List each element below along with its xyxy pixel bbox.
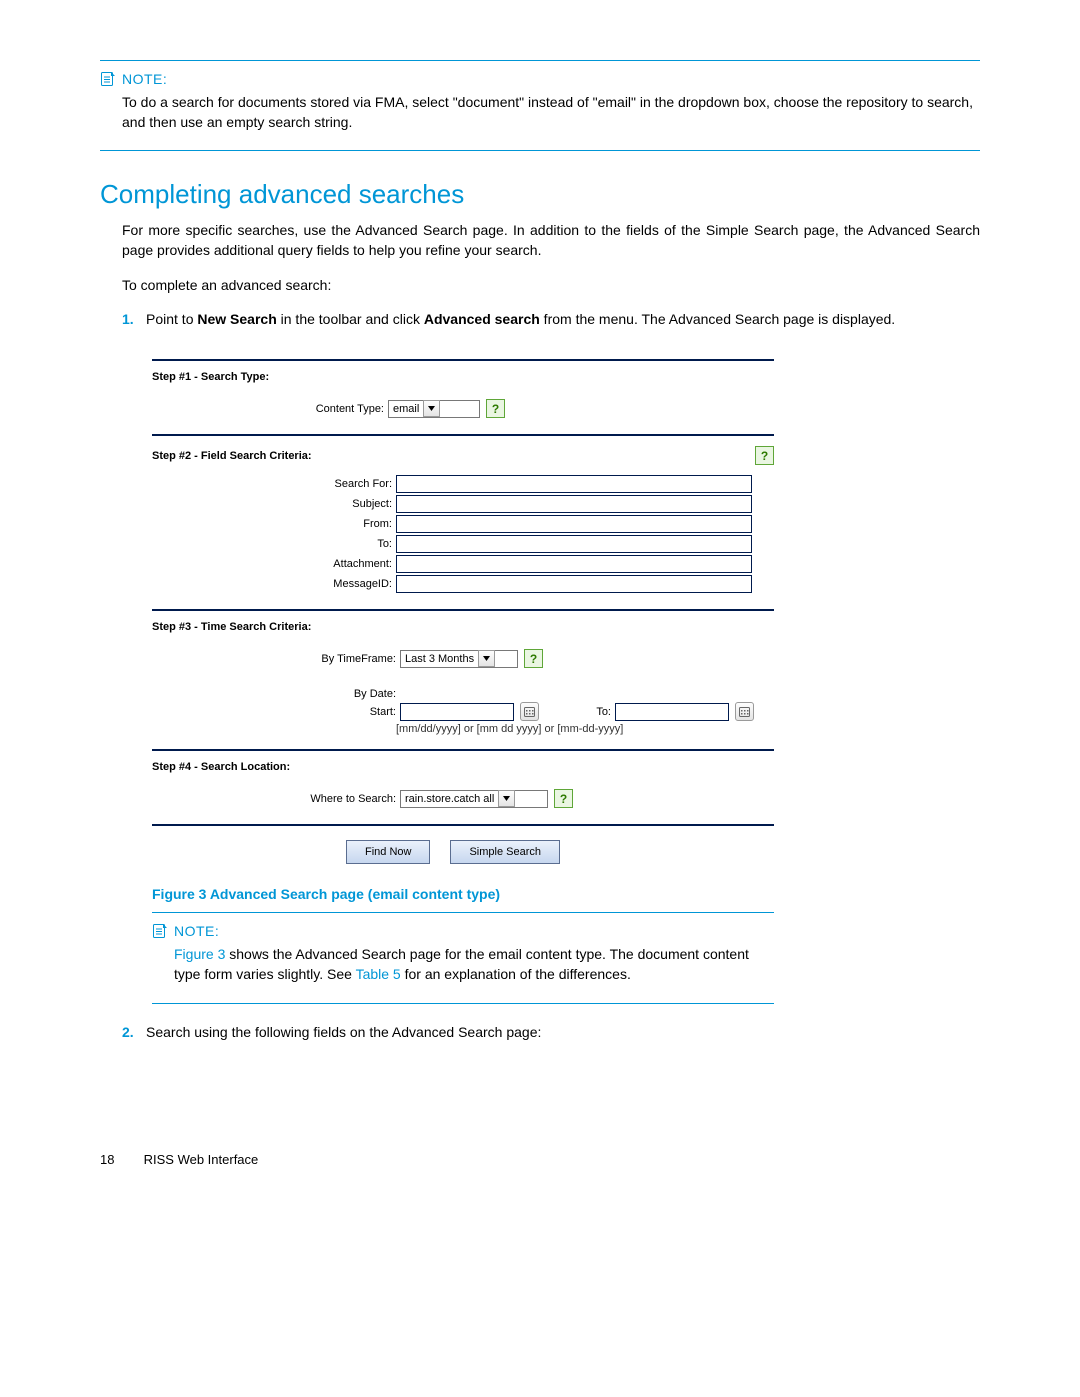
messageid-input[interactable] [396, 575, 752, 593]
table-5-link[interactable]: Table 5 [356, 966, 401, 982]
step4-title: Step #4 - Search Location: [152, 751, 774, 783]
chevron-down-icon [423, 400, 440, 417]
intro-paragraph: For more specific searches, use the Adva… [122, 220, 980, 261]
where-search-label: Where to Search: [152, 793, 400, 805]
section-heading: Completing advanced searches [100, 179, 980, 210]
step-1: 1. Point to New Search in the toolbar an… [122, 309, 980, 329]
figure-3-link[interactable]: Figure 3 [174, 946, 225, 962]
note-body: Figure 3 shows the Advanced Search page … [152, 945, 774, 984]
note-block: NOTE: Figure 3 shows the Advanced Search… [152, 912, 774, 1003]
messageid-label: MessageID: [152, 578, 396, 590]
calendar-icon[interactable] [735, 702, 754, 721]
start-date-input[interactable] [400, 703, 514, 721]
figure-caption: Figure 3 Advanced Search page (email con… [152, 886, 980, 902]
step1-title: Step #1 - Search Type: [152, 361, 774, 393]
from-label: From: [152, 518, 396, 530]
page-number: 18 [100, 1152, 140, 1167]
to-date-label: To: [539, 706, 615, 718]
help-icon[interactable]: ? [755, 446, 774, 465]
simple-search-button[interactable]: Simple Search [450, 840, 560, 864]
footer-title: RISS Web Interface [144, 1152, 259, 1167]
content-type-select[interactable]: email [388, 400, 480, 418]
note-label: NOTE: [122, 71, 167, 87]
note-block: NOTE: To do a search for documents store… [100, 60, 980, 151]
help-icon[interactable]: ? [554, 789, 573, 808]
subject-label: Subject: [152, 498, 396, 510]
note-body: To do a search for documents stored via … [100, 93, 980, 132]
timeframe-select[interactable]: Last 3 Months [400, 650, 518, 668]
help-icon[interactable]: ? [524, 649, 543, 668]
note-label: NOTE: [174, 923, 219, 939]
step-marker: 2. [122, 1022, 134, 1042]
chevron-down-icon [498, 790, 515, 807]
note-icon [152, 923, 168, 939]
subject-input[interactable] [396, 495, 752, 513]
step3-title: Step #3 - Time Search Criteria: [152, 611, 774, 643]
attachment-label: Attachment: [152, 558, 396, 570]
lead-in: To complete an advanced search: [122, 275, 980, 295]
figure-advanced-search: Step #1 - Search Type: Content Type: ema… [100, 359, 980, 1003]
where-search-select[interactable]: rain.store.catch all [400, 790, 548, 808]
start-label: Start: [152, 706, 400, 718]
from-input[interactable] [396, 515, 752, 533]
to-date-input[interactable] [615, 703, 729, 721]
search-for-input[interactable] [396, 475, 752, 493]
step2-title: Step #2 - Field Search Criteria: [152, 440, 755, 472]
to-input[interactable] [396, 535, 752, 553]
page-footer: 18 RISS Web Interface [100, 1152, 980, 1167]
note-icon [100, 71, 116, 87]
timeframe-label: By TimeFrame: [152, 653, 400, 665]
step-text: Search using the following fields on the… [146, 1024, 541, 1040]
bydate-label: By Date: [152, 688, 400, 700]
chevron-down-icon [478, 650, 495, 667]
step-marker: 1. [122, 309, 134, 329]
find-now-button[interactable]: Find Now [346, 840, 430, 864]
to-label: To: [152, 538, 396, 550]
calendar-icon[interactable] [520, 702, 539, 721]
help-icon[interactable]: ? [486, 399, 505, 418]
date-format-hint: [mm/dd/yyyy] or [mm dd yyyy] or [mm-dd-y… [152, 723, 774, 735]
content-type-label: Content Type: [152, 403, 388, 415]
step-2: 2. Search using the following fields on … [122, 1022, 980, 1042]
attachment-input[interactable] [396, 555, 752, 573]
search-for-label: Search For: [152, 478, 396, 490]
step-text: Point to New Search in the toolbar and c… [146, 311, 895, 327]
